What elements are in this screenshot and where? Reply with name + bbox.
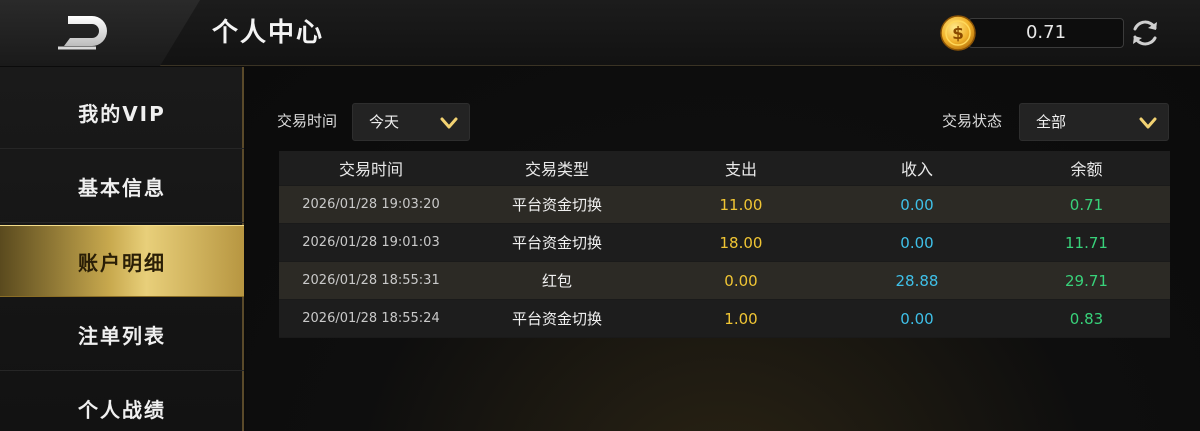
cell-balance: 11.71	[1065, 233, 1108, 252]
coin-icon: $	[939, 14, 977, 52]
cell-time: 2026/01/28 19:03:20	[302, 197, 440, 212]
cell-income: 0.00	[900, 195, 934, 214]
chevron-down-icon	[440, 117, 458, 129]
cell-income: 0.00	[900, 309, 934, 328]
column-header-expense: 支出	[724, 160, 757, 179]
cell-type: 红包	[541, 272, 572, 290]
sidebar-item-account-details[interactable]: 账户明细	[0, 225, 244, 297]
cell-time: 2026/01/28 18:55:31	[302, 273, 440, 288]
main-content: 交易时间 今天 交易状态 全部 交易时间 交易类型 支出 收入 余额 2026/…	[246, 67, 1200, 431]
column-header-type: 交易类型	[524, 160, 589, 179]
table-row: 2026/01/28 18:55:31 红包 0.00 28.88 29.71	[279, 262, 1170, 300]
sidebar-item-label: 我的VIP	[78, 102, 166, 126]
cell-balance: 0.83	[1069, 309, 1104, 328]
status-filter-label: 交易状态	[942, 112, 1003, 130]
sidebar-item-label: 个人战绩	[78, 398, 166, 422]
refresh-icon[interactable]	[1128, 16, 1162, 50]
column-header-time: 交易时间	[338, 160, 403, 179]
page-title: 个人中心	[212, 18, 325, 48]
sidebar-item-label: 注单列表	[78, 324, 166, 348]
cell-type: 平台资金切换	[511, 196, 602, 214]
cell-balance: 0.71	[1069, 195, 1104, 214]
table-row: 2026/01/28 19:01:03 平台资金切换 18.00 0.00 11…	[279, 224, 1170, 262]
sidebar-item-label: 账户明细	[78, 250, 166, 275]
status-filter-select[interactable]: 全部	[1019, 103, 1169, 141]
back-button[interactable]	[56, 14, 110, 50]
table-row: 2026/01/28 18:55:24 平台资金切换 1.00 0.00 0.8…	[279, 300, 1170, 338]
sidebar-item-label: 基本信息	[78, 176, 166, 200]
cell-income: 28.88	[895, 271, 939, 290]
svg-text:$: $	[952, 24, 964, 44]
cell-type: 平台资金切换	[511, 310, 602, 328]
sidebar-item-vip[interactable]: 我的VIP	[0, 77, 244, 149]
sidebar: 我的VIP 基本信息 账户明细 注单列表 个人战绩	[0, 67, 244, 431]
chevron-down-icon	[1139, 117, 1157, 129]
time-filter-select[interactable]: 今天	[352, 103, 470, 141]
table-row: 2026/01/28 19:03:20 平台资金切换 11.00 0.00 0.…	[279, 186, 1170, 224]
cell-type: 平台资金切换	[511, 234, 602, 252]
cell-income: 0.00	[900, 233, 934, 252]
table-header: 交易时间 交易类型 支出 收入 余额	[279, 151, 1170, 186]
cell-time: 2026/01/28 18:55:24	[302, 311, 440, 326]
time-filter-value: 今天	[369, 113, 400, 131]
cell-time: 2026/01/28 19:01:03	[302, 235, 440, 250]
cell-expense: 11.00	[719, 195, 763, 214]
back-icon	[58, 16, 107, 50]
status-filter-value: 全部	[1036, 113, 1067, 131]
balance-display: 0.71	[968, 18, 1124, 48]
sidebar-item-basic-info[interactable]: 基本信息	[0, 151, 244, 223]
top-bar: 个人中心 0.71 $	[0, 0, 1200, 66]
sidebar-item-bet-list[interactable]: 注单列表	[0, 299, 244, 371]
cell-expense: 1.00	[724, 309, 758, 328]
column-header-balance: 余额	[1070, 160, 1103, 179]
transaction-table: 交易时间 交易类型 支出 收入 余额 2026/01/28 19:03:20 平…	[279, 151, 1170, 338]
cell-expense: 18.00	[719, 233, 763, 252]
cell-expense: 0.00	[724, 271, 758, 290]
column-header-income: 收入	[900, 160, 933, 179]
cell-balance: 29.71	[1065, 271, 1108, 290]
time-filter-label: 交易时间	[277, 112, 338, 130]
sidebar-item-personal-record[interactable]: 个人战绩	[0, 373, 244, 431]
